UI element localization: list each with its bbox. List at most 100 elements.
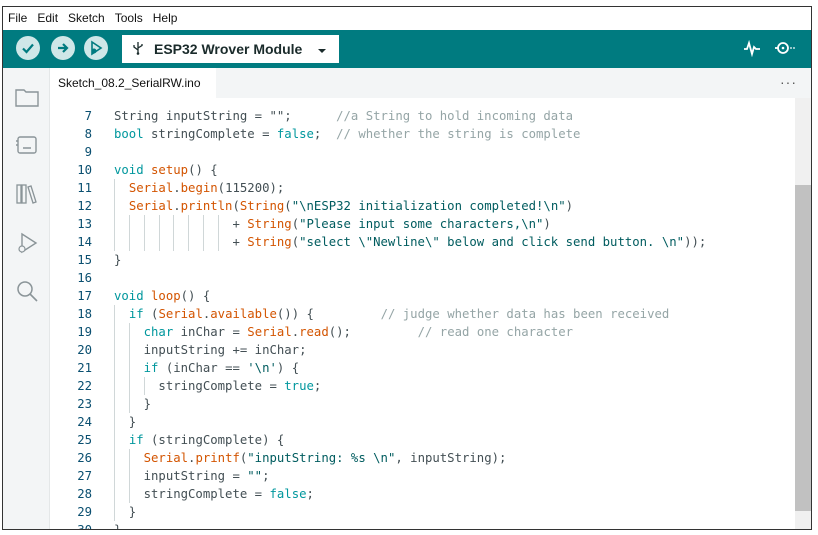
code-line: 29 } [50,503,795,521]
code-line: 22 stringComplete = true; [50,377,795,395]
code-token: char [143,325,174,339]
indent-guide [173,215,175,251]
code-token: ) [543,217,551,231]
code-token: String [239,199,285,213]
serial-monitor-button[interactable] [774,39,798,62]
code-line: 28 stringComplete = false; [50,485,795,503]
code-token: begin [180,181,218,195]
code-text: + String("Please input some characters,\… [114,215,551,233]
arrow-right-icon [58,43,69,53]
code-token: ; [313,127,337,141]
code-text: stringComplete = true; [114,377,321,395]
board-selector[interactable]: ESP32 Wrover Module [122,35,339,63]
code-token: } [114,523,122,530]
library-icon[interactable] [14,181,40,207]
code-token: if [143,361,159,375]
code-token: true [284,379,314,393]
usb-icon [132,41,144,58]
tab-bar: Sketch_08.2_SerialRW.ino ··· [50,68,811,98]
menu-edit[interactable]: Edit [32,11,63,25]
code-token: void [114,289,144,303]
code-token: ; [262,469,270,483]
tab-sketch[interactable]: Sketch_08.2_SerialRW.ino [50,68,216,98]
menu-tools[interactable]: Tools [110,11,148,25]
serial-plotter-button[interactable] [743,39,761,62]
code-token: "\nESP32 initialization completed!\n" [291,199,566,213]
code-token: . [173,181,181,195]
search-icon[interactable] [14,278,40,304]
checkmark-icon [22,43,34,54]
debug-button[interactable] [84,36,108,60]
code-token: false [269,487,307,501]
line-number: 23 [77,397,92,411]
code-editor[interactable]: 7 String inputString = ""; //a String to … [50,98,795,529]
chevron-down-icon [317,43,327,59]
code-token: () { [188,163,218,177]
verify-button[interactable] [16,36,40,60]
code-token: if [128,433,144,447]
serial-monitor-icon [775,42,795,54]
line-number: 13 [77,217,92,231]
more-options-icon[interactable]: ··· [780,74,797,90]
indent-guide [203,215,205,251]
code-token: Serial [128,199,174,213]
menu-bar: File Edit Sketch Tools Help [3,7,811,29]
indent-guide [128,215,130,251]
indent-guide [128,323,130,413]
indent-guide [114,179,115,251]
code-token: + [114,235,248,249]
line-number: 24 [77,415,92,429]
code-token: ( [291,235,300,249]
code-token: inputString = [114,469,248,483]
code-token: (inChar == [158,361,248,375]
code-text: Serial.printf("inputString: %s \n", inpu… [114,449,507,467]
code-text: stringComplete = false; [114,485,314,503]
code-text: bool stringComplete = false; // whether … [114,125,580,143]
code-token: Serial [143,451,189,465]
code-text: Serial.begin(115200); [114,179,285,197]
line-number: 22 [77,379,92,393]
code-token: } [114,253,122,267]
code-line: 11 Serial.begin(115200); [50,179,795,197]
code-token: inChar = [173,325,248,339]
code-token: Serial [158,307,203,321]
code-line: 17 void loop() { [50,287,795,305]
code-text: } [114,395,151,413]
line-number: 30 [77,523,92,530]
code-line: 9 [50,143,795,161]
code-text: } [114,503,136,521]
code-token: available [210,307,277,321]
line-number: 17 [77,289,92,303]
indent-guide [128,449,130,503]
code-line: 20 inputString += inChar; [50,341,795,359]
code-text: if (Serial.available()) { // judge wheth… [114,305,669,323]
upload-button[interactable] [51,36,75,60]
code-token: + [114,217,248,231]
code-token: // judge whether data has been received [380,307,670,321]
code-line: 23 } [50,395,795,413]
code-text: } [114,251,121,269]
debug-icon[interactable] [14,230,40,256]
line-number: 14 [77,235,92,249]
code-token: ( [232,199,240,213]
line-number: 19 [77,325,92,339]
menu-sketch[interactable]: Sketch [63,11,110,25]
code-token: ()) { [276,307,381,321]
indent-guide [217,215,219,251]
board-icon[interactable] [14,132,40,158]
line-number: 12 [77,199,92,213]
code-line: 8 bool stringComplete = false; // whether… [50,125,795,143]
menu-file[interactable]: File [3,11,32,25]
menu-help[interactable]: Help [148,11,183,25]
code-token: Serial [128,181,174,195]
code-line: 16 [50,269,795,287]
scrollbar-thumb[interactable] [795,185,811,511]
sidebar [3,68,50,529]
code-token: false [276,127,314,141]
code-token: "select \"Newline\" below and click send… [299,235,685,249]
code-line: 21 if (inChar == '\n') { [50,359,795,377]
folder-icon[interactable] [14,84,40,110]
